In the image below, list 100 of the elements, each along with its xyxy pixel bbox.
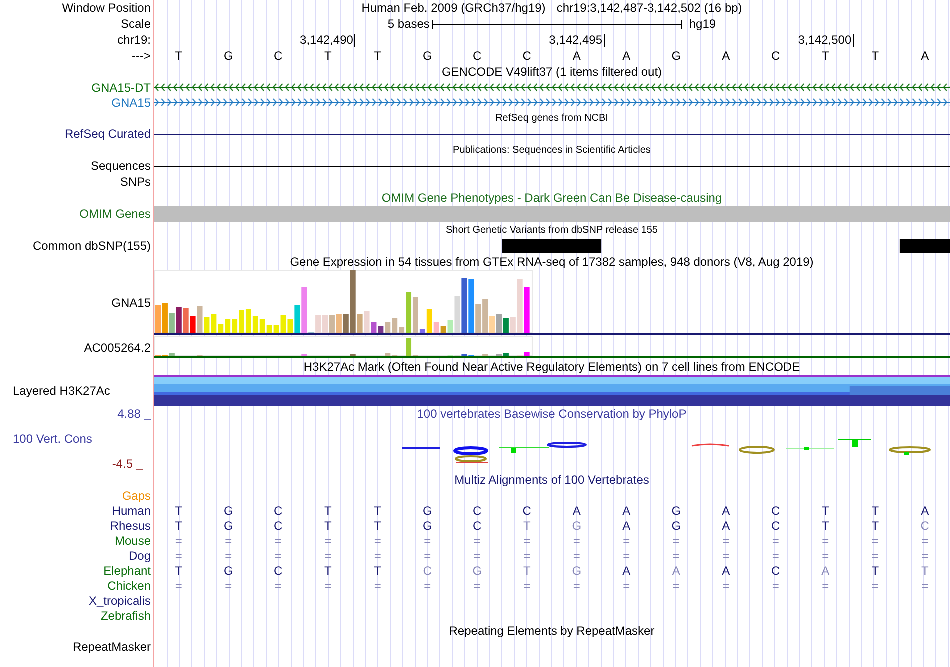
variant-block[interactable]	[502, 239, 602, 254]
aligned-base: =	[225, 578, 232, 592]
coordinate-tick: 3,142,500	[798, 34, 854, 46]
aligned-base: =	[822, 548, 830, 562]
aligned-base: A	[921, 504, 930, 518]
track-label: Window Position	[62, 1, 151, 15]
aligned-base: T	[523, 564, 531, 578]
aligned-base: T	[175, 518, 183, 532]
aligned-base: =	[374, 578, 382, 592]
aligned-base: G	[472, 564, 482, 578]
species-label[interactable]: Chicken	[108, 578, 151, 592]
aligned-base: =	[573, 534, 580, 548]
aligned-base: G	[224, 504, 234, 518]
aligned-base: A	[722, 504, 730, 518]
aligned-base: A	[672, 564, 680, 578]
track-label[interactable]: Common dbSNP(155)	[32, 239, 151, 253]
aligned-base: T	[324, 504, 332, 518]
track-label[interactable]: GNA15	[112, 296, 151, 310]
aligned-base: =	[324, 534, 332, 548]
base-letter: T	[175, 49, 183, 63]
aligned-base: C	[772, 564, 780, 578]
aligned-base: =	[772, 548, 780, 562]
strand-label: --->	[132, 49, 151, 63]
aligned-base: A	[622, 518, 631, 532]
base-letter: A	[722, 49, 730, 63]
aligned-base: =	[175, 548, 182, 562]
base-letter: G	[422, 49, 432, 63]
aligned-base: =	[822, 578, 830, 592]
aligned-base: C	[423, 564, 432, 578]
aligned-base: =	[424, 578, 432, 592]
base-letter: A	[622, 49, 631, 63]
aligned-base: =	[524, 578, 531, 592]
species-label[interactable]: Rhesus	[110, 518, 151, 532]
base-letter: A	[572, 49, 581, 63]
aligned-base: =	[772, 534, 780, 548]
species-label[interactable]: Elephant	[104, 564, 151, 578]
aligned-base: =	[922, 548, 929, 562]
species-label[interactable]: Dog	[128, 548, 151, 562]
assembly-label: hg19	[689, 17, 716, 31]
track-label[interactable]: Sequences	[90, 159, 151, 173]
track-label[interactable]: RepeatMasker	[72, 640, 151, 654]
aligned-base: =	[474, 534, 481, 548]
track-label[interactable]: SNPs	[120, 175, 151, 189]
track-label[interactable]: Layered H3K27Ac	[13, 384, 110, 398]
base-letter: C	[772, 49, 780, 63]
aligned-base: G	[672, 518, 682, 532]
species-label[interactable]: Human	[112, 504, 151, 518]
track-title: GENCODE V49lift37 (1 items filtered out)	[442, 65, 662, 79]
aligned-base: T	[523, 518, 531, 532]
species-label[interactable]: X_tropicalis	[88, 594, 151, 608]
species-label[interactable]: Zebrafish	[100, 608, 151, 622]
aligned-base: T	[872, 504, 880, 518]
track-title: 100 vertebrates Basewise Conservation by PhyloP	[417, 407, 687, 421]
aligned-base: C	[473, 504, 482, 518]
aligned-base: =	[474, 578, 481, 592]
aligned-base: G	[572, 518, 582, 532]
base-letter: C	[274, 49, 283, 63]
aligned-base: A	[622, 564, 631, 578]
aligned-base: =	[623, 534, 630, 548]
assembly-title: Human Feb. 2009 (GRCh37/hg19)	[362, 1, 546, 15]
track-label[interactable]: GNA15-DT	[92, 80, 151, 94]
aligned-base: =	[374, 548, 382, 562]
aligned-base: G	[422, 518, 432, 532]
aligned-base: =	[573, 548, 580, 562]
aligned-base: T	[822, 518, 830, 532]
track-title: Gene Expression in 54 tissues from GTEx RNA-seq of 17382 samples, 948 donors (V8, Aug 2019)	[290, 255, 814, 269]
axis-max-label: 4.88 _	[116, 407, 151, 421]
aligned-base: =	[424, 548, 432, 562]
aligned-base: =	[524, 548, 531, 562]
aligned-base: =	[623, 548, 630, 562]
variant-block[interactable]	[900, 239, 950, 254]
aligned-base: C	[274, 564, 283, 578]
track-label[interactable]: 100 Vert. Cons	[13, 432, 151, 446]
track-label[interactable]: GNA15	[112, 96, 151, 110]
aligned-base: =	[772, 578, 780, 592]
coordinate-tick: 3,142,495	[549, 34, 605, 46]
track-title: H3K27Ac Mark (Often Found Near Active Regulatory Elements) on 7 cell lines from ENCODE	[304, 360, 800, 374]
aligned-base: =	[722, 578, 730, 592]
base-letter: G	[224, 49, 234, 63]
axis-min-label: -4.5 _	[111, 457, 143, 471]
base-letter: T	[374, 49, 382, 63]
track-title: RefSeq genes from NCBI	[496, 112, 608, 124]
aligned-base: =	[672, 534, 680, 548]
aligned-base: A	[622, 504, 631, 518]
aligned-base: T	[175, 504, 183, 518]
aligned-base: =	[722, 548, 730, 562]
track-label[interactable]: OMIM Genes	[80, 207, 151, 221]
species-label[interactable]: Mouse	[114, 534, 151, 548]
aligned-base: A	[722, 518, 730, 532]
aligned-base: =	[274, 548, 282, 562]
track-label[interactable]: AC005264.2	[84, 340, 151, 354]
aligned-base: =	[175, 534, 182, 548]
base-letter: T	[324, 49, 332, 63]
aligned-base: T	[374, 564, 382, 578]
aligned-base: C	[772, 504, 780, 518]
aligned-base: =	[872, 534, 879, 548]
track-label[interactable]: RefSeq Curated	[64, 127, 151, 141]
aligned-base: =	[524, 534, 531, 548]
aligned-base: =	[623, 578, 630, 592]
aligned-base: =	[424, 534, 432, 548]
